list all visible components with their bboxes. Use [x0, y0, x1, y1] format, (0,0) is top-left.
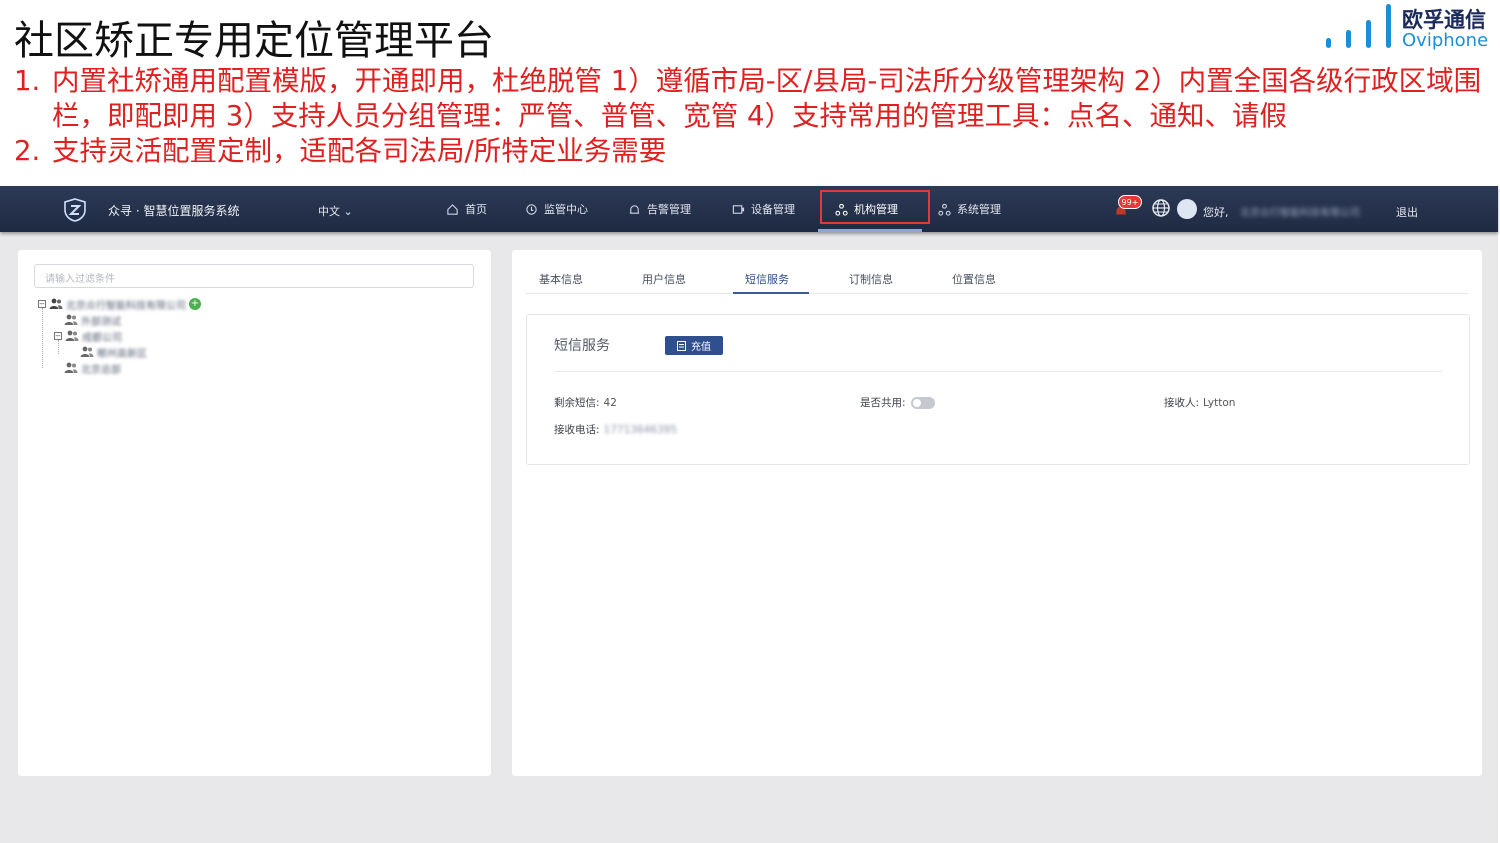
users-icon: [65, 330, 79, 341]
receiver-field: 接收人: Lytton: [1164, 395, 1235, 410]
nav-item-device[interactable]: 设备管理: [732, 186, 795, 232]
brand-name-en: Oviphone: [1402, 30, 1489, 51]
receiver-phone-value: 17713646395: [603, 423, 678, 436]
slide-title: 社区矫正专用定位管理平台: [14, 18, 494, 64]
language-select[interactable]: 中文 ⌄: [318, 203, 353, 219]
users-icon: [80, 346, 94, 357]
tree-node-label: 外部测试: [81, 316, 121, 328]
tree-node[interactable]: 外部测试: [64, 312, 121, 328]
users-icon: [64, 314, 78, 325]
active-highlight-box: [820, 190, 930, 224]
tab-user-info[interactable]: 用户信息: [642, 271, 686, 287]
tree-node[interactable]: − 成都公司: [54, 328, 122, 344]
home-icon: [447, 203, 458, 215]
collapse-toggle[interactable]: −: [38, 300, 46, 308]
tree-node-label: 北京总部: [81, 364, 121, 376]
point-text: 支持灵活配置定制，适配各司法局/所特定业务需要: [52, 135, 667, 167]
users-icon: [64, 362, 78, 373]
nav-item-alarm[interactable]: 告警管理: [628, 186, 691, 232]
remaining-sms-value: 42: [603, 396, 617, 409]
point-text: 内置社矫通用配置模版，开通即用，杜绝脱管 1）遵循市局-区/县局-司法所分级管理…: [52, 65, 1482, 132]
alarm-icon: [629, 204, 640, 214]
users-icon: [49, 298, 63, 309]
device-icon: [732, 204, 745, 214]
org-tree-panel: 请输入过滤条件 − 北京众行智能科技有限公司 + 外部测试 − 成都公司 郫州高: [18, 250, 491, 776]
tree-filter-input[interactable]: 请输入过滤条件: [34, 264, 474, 288]
nav-item-label: 系统管理: [957, 203, 1001, 216]
card-title: 短信服务: [554, 338, 610, 354]
active-underline: [818, 229, 922, 232]
logout-link[interactable]: 退出: [1396, 204, 1418, 220]
tree-node[interactable]: − 北京众行智能科技有限公司 +: [38, 296, 201, 312]
nav-item-label: 设备管理: [751, 203, 795, 216]
tree-node[interactable]: 郫州高新区: [80, 344, 147, 360]
collapse-toggle[interactable]: −: [54, 332, 62, 340]
brand-logo: 欧孚通信 Oviphone: [1322, 2, 1498, 52]
feature-point: 1. 内置社矫通用配置模版，开通即用，杜绝脱管 1）遵循市局-区/县局-司法所分…: [14, 64, 1500, 134]
nav-item-home[interactable]: 首页: [446, 186, 487, 232]
language-label: 中文: [318, 205, 340, 218]
feature-point: 2. 支持灵活配置定制，适配各司法局/所特定业务需要: [14, 134, 1500, 169]
nav-item-label: 告警管理: [647, 203, 691, 216]
notification-badge[interactable]: 99+: [1118, 195, 1142, 209]
field-label: 接收电话:: [554, 424, 600, 436]
tab-location-info[interactable]: 位置信息: [952, 271, 996, 287]
signal-bars-icon: [1322, 2, 1394, 52]
tab-basic-info[interactable]: 基本信息: [539, 271, 583, 287]
nav-item-label: 首页: [465, 203, 487, 216]
field-label: 接收人:: [1164, 397, 1200, 409]
globe-icon[interactable]: [1151, 198, 1171, 218]
remaining-sms-field: 剩余短信: 42: [554, 395, 617, 410]
divider: [554, 371, 1442, 372]
tab-sms-service[interactable]: 短信服务: [745, 271, 789, 287]
detail-tabs: 基本信息 用户信息 短信服务 订制信息 位置信息: [526, 264, 1468, 294]
add-node-icon[interactable]: +: [189, 298, 201, 310]
feature-points: 1. 内置社矫通用配置模版，开通即用，杜绝脱管 1）遵循市局-区/县局-司法所分…: [14, 64, 1500, 169]
chevron-down-icon: ⌄: [343, 205, 353, 218]
receiver-phone-field: 接收电话: 17713646395: [554, 422, 677, 437]
tree-node-label: 成都公司: [82, 332, 122, 344]
recharge-button[interactable]: 充值: [665, 336, 723, 355]
field-label: 剩余短信:: [554, 397, 600, 409]
point-number: 1.: [14, 65, 41, 97]
tree-node[interactable]: 北京总部: [64, 360, 121, 376]
point-number: 2.: [14, 135, 41, 167]
greeting-text: 您好,: [1203, 206, 1229, 219]
monitor-icon: [526, 203, 537, 215]
shared-field: 是否共用:: [860, 395, 935, 410]
field-label: 是否共用:: [860, 397, 906, 409]
tab-subscription-info[interactable]: 订制信息: [849, 271, 893, 287]
company-name: 北京众行智能科技有限公司: [1240, 208, 1360, 219]
sms-service-card: 短信服务 充值 剩余短信: 42 是否共用: 接收人: Lytton 接收电话:…: [526, 314, 1470, 465]
nav-item-monitor[interactable]: 监管中心: [525, 186, 588, 232]
receiver-value: Lytton: [1203, 396, 1236, 409]
recharge-label: 充值: [691, 342, 711, 353]
system-name: 众寻 · 智慧位置服务系统: [108, 204, 240, 218]
app-window: 众寻 · 智慧位置服务系统 中文 ⌄ 首页 监管中心 告警管理 设备管理 机构管…: [0, 186, 1498, 843]
shared-toggle[interactable]: [910, 396, 935, 409]
nav-item-label: 监管中心: [544, 203, 588, 216]
user-avatar[interactable]: [1177, 199, 1197, 219]
active-tab-underline: [733, 292, 809, 294]
top-navbar: 众寻 · 智慧位置服务系统 中文 ⌄ 首页 监管中心 告警管理 设备管理 机构管…: [0, 186, 1498, 232]
nav-item-system[interactable]: 系统管理: [938, 186, 1001, 232]
detail-panel: 基本信息 用户信息 短信服务 订制信息 位置信息 短信服务 充值 剩余短信: 4…: [512, 250, 1482, 776]
document-icon: [677, 340, 686, 351]
shield-logo-icon[interactable]: [63, 198, 87, 222]
tree-node-label: 北京众行智能科技有限公司: [66, 300, 186, 312]
system-icon: [938, 203, 951, 216]
tree-node-label: 郫州高新区: [97, 348, 147, 360]
